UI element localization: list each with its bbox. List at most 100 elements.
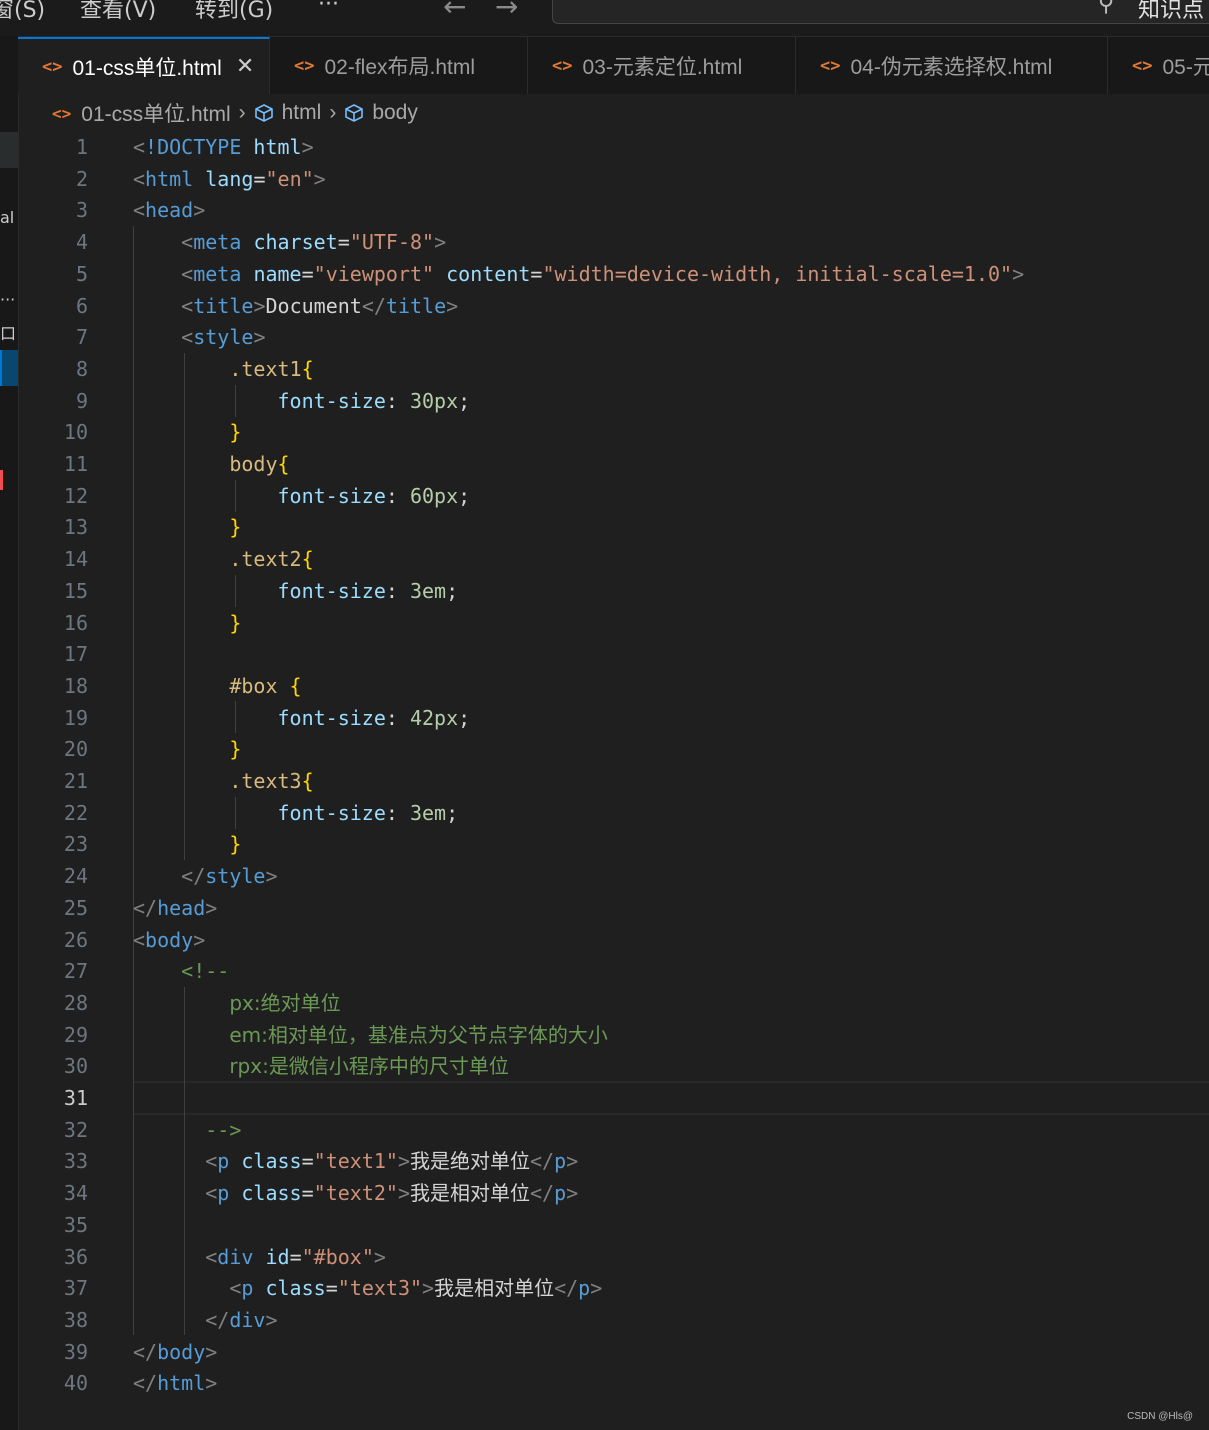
code-text[interactable]: -->: [133, 1114, 241, 1146]
code-text[interactable]: font-size: 60px;: [133, 480, 471, 512]
code-text[interactable]: <html lang="en">: [133, 163, 326, 195]
code-line[interactable]: 1 <!DOCTYPE html>: [18, 131, 1209, 163]
code-text[interactable]: </body>: [133, 1336, 217, 1368]
code-line[interactable]: 8 .text1{: [18, 353, 1209, 385]
code-text[interactable]: }: [133, 828, 241, 860]
code-line[interactable]: 37 <p class="text3">我是相对单位</p>: [18, 1272, 1209, 1304]
code-line[interactable]: 39 </body>: [18, 1336, 1209, 1368]
code-line[interactable]: 32 -->: [18, 1114, 1209, 1146]
code-text[interactable]: <!--: [133, 955, 229, 987]
code-text[interactable]: font-size: 3em;: [133, 575, 459, 607]
tab-02-flex-layout[interactable]: <> 02-flex布局.html: [270, 37, 528, 94]
menu-item-view[interactable]: 查看(V): [80, 0, 156, 24]
code-line[interactable]: 15 font-size: 3em;: [18, 575, 1209, 607]
code-text[interactable]: rpx:是微信小程序中的尺寸单位: [133, 1050, 509, 1082]
code-text[interactable]: <div id="#box">: [133, 1241, 386, 1273]
code-line[interactable]: 14 .text2{: [18, 543, 1209, 575]
code-token: :: [385, 483, 410, 508]
code-line[interactable]: 35: [18, 1209, 1209, 1241]
menu-more-button[interactable]: ···: [318, 0, 339, 17]
code-text[interactable]: </html>: [133, 1367, 217, 1399]
code-text[interactable]: <title>Document</title>: [133, 290, 458, 322]
breadcrumb-html[interactable]: html: [282, 101, 322, 125]
code-line[interactable]: 13 }: [18, 511, 1209, 543]
code-text[interactable]: body{: [133, 448, 289, 480]
sidebar-hover-item[interactable]: [0, 132, 18, 168]
tab-03-positioning[interactable]: <> 03-元素定位.html: [528, 37, 796, 94]
code-line[interactable]: 33 <p class="text1">我是绝对单位</p>: [18, 1145, 1209, 1177]
code-line[interactable]: 20 }: [18, 733, 1209, 765]
code-text[interactable]: <meta charset="UTF-8">: [133, 226, 446, 258]
code-line[interactable]: 3 <head>: [18, 194, 1209, 226]
breadcrumb-body[interactable]: body: [372, 101, 418, 125]
code-text[interactable]: font-size: 30px;: [133, 385, 471, 417]
code-line[interactable]: 17: [18, 638, 1209, 670]
code-editor[interactable]: 1 <!DOCTYPE html> 2 <html lang="en"> 3 <head>…: [18, 131, 1209, 1411]
tab-01-css-units[interactable]: <> 01-css单位.html ✕: [18, 37, 270, 94]
tab-05[interactable]: <> 05-元: [1108, 37, 1209, 94]
sidebar-more-fragment[interactable]: ···: [0, 290, 15, 309]
code-line[interactable]: 23 }: [18, 828, 1209, 860]
code-line[interactable]: 21 .text3{: [18, 765, 1209, 797]
code-line[interactable]: 27 <!--: [18, 955, 1209, 987]
code-line[interactable]: 9 font-size: 30px;: [18, 385, 1209, 417]
code-token: =: [289, 1244, 302, 1269]
code-line[interactable]: 10 }: [18, 416, 1209, 448]
code-line[interactable]: 4 <meta charset="UTF-8">: [18, 226, 1209, 258]
code-line[interactable]: 16 }: [18, 607, 1209, 639]
code-text[interactable]: <style>: [133, 321, 265, 353]
code-line[interactable]: 30 rpx:是微信小程序中的尺寸单位: [18, 1050, 1209, 1082]
search-workspace-label[interactable]: 知识点: [1138, 0, 1204, 24]
code-text[interactable]: <p class="text1">我是绝对单位</p>: [133, 1145, 578, 1177]
code-line[interactable]: 26 <body>: [18, 924, 1209, 956]
sidebar-selected-item[interactable]: [0, 350, 18, 386]
search-icon[interactable]: ⚲: [1098, 0, 1114, 17]
code-text[interactable]: .text2{: [133, 543, 313, 575]
code-text[interactable]: em:相对单位，基准点为父节点字体的大小: [133, 1019, 608, 1051]
code-line[interactable]: 22 font-size: 3em;: [18, 797, 1209, 829]
code-text[interactable]: <p class="text2">我是相对单位</p>: [133, 1177, 578, 1209]
code-line[interactable]: 40 </html>: [18, 1367, 1209, 1399]
code-text[interactable]: </div>: [133, 1304, 277, 1336]
code-text[interactable]: }: [133, 607, 241, 639]
code-text[interactable]: <head>: [133, 194, 205, 226]
code-text[interactable]: }: [133, 511, 241, 543]
code-line[interactable]: 18 #box {: [18, 670, 1209, 702]
code-text[interactable]: }: [133, 733, 241, 765]
back-arrow-icon[interactable]: ←: [443, 0, 466, 23]
menu-item-go[interactable]: 转到(G): [195, 0, 273, 24]
code-line[interactable]: 19 font-size: 42px;: [18, 702, 1209, 734]
breadcrumb-file[interactable]: 01-css单位.html: [81, 98, 230, 128]
code-line[interactable]: 7 <style>: [18, 321, 1209, 353]
code-line[interactable]: 6 <title>Document</title>: [18, 290, 1209, 322]
menu-item-selection[interactable]: 窗(S): [0, 0, 45, 24]
code-text[interactable]: </style>: [133, 860, 277, 892]
code-line[interactable]: 25 </head>: [18, 892, 1209, 924]
code-line[interactable]: 11 body{: [18, 448, 1209, 480]
code-line[interactable]: 29 em:相对单位，基准点为父节点字体的大小: [18, 1019, 1209, 1051]
code-line[interactable]: 28 px:绝对单位: [18, 987, 1209, 1019]
code-text[interactable]: font-size: 3em;: [133, 797, 459, 829]
code-text[interactable]: #box {: [133, 670, 301, 702]
tab-04-pseudo-elements[interactable]: <> 04-伪元素选择权.html: [796, 37, 1108, 94]
code-text[interactable]: <meta name="viewport" content="width=dev…: [133, 258, 1024, 290]
code-text[interactable]: px:绝对单位: [133, 987, 340, 1019]
code-line[interactable]: 12 font-size: 60px;: [18, 480, 1209, 512]
code-line[interactable]: 24 </style>: [18, 860, 1209, 892]
code-text[interactable]: .text1{: [133, 353, 313, 385]
code-text[interactable]: .text3{: [133, 765, 313, 797]
code-line[interactable]: 38 </div>: [18, 1304, 1209, 1336]
code-line[interactable]: 31: [18, 1082, 1209, 1114]
code-line[interactable]: 2 <html lang="en">: [18, 163, 1209, 195]
code-line[interactable]: 5 <meta name="viewport" content="width=d…: [18, 258, 1209, 290]
code-text[interactable]: <!DOCTYPE html>: [133, 131, 314, 163]
close-icon[interactable]: ✕: [236, 54, 254, 79]
forward-arrow-icon[interactable]: →: [495, 0, 518, 23]
code-text[interactable]: }: [133, 416, 241, 448]
code-line[interactable]: 36 <div id="#box">: [18, 1241, 1209, 1273]
code-line[interactable]: 34 <p class="text2">我是相对单位</p>: [18, 1177, 1209, 1209]
code-text[interactable]: <body>: [133, 924, 205, 956]
code-text[interactable]: </head>: [133, 892, 217, 924]
code-text[interactable]: <p class="text3">我是相对单位</p>: [133, 1272, 602, 1304]
code-text[interactable]: font-size: 42px;: [133, 702, 471, 734]
